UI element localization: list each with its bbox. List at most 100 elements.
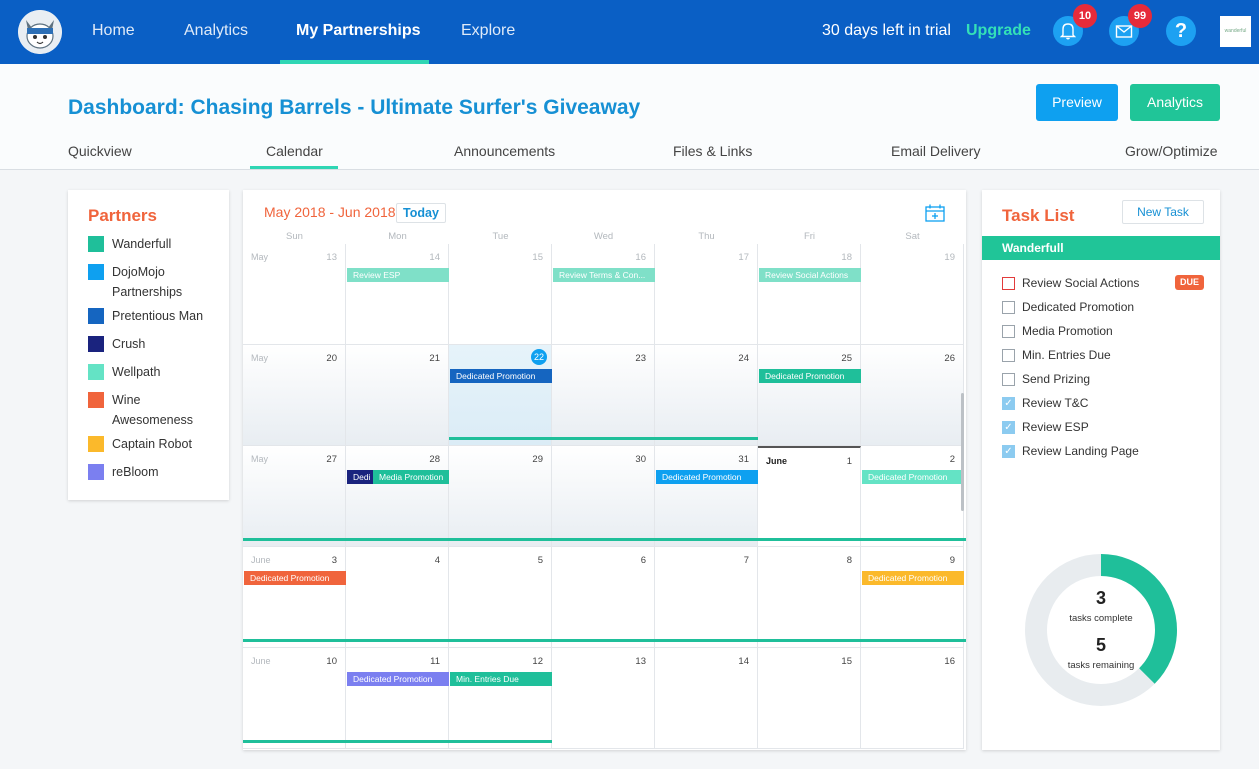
calendar-day[interactable]: 19 [861, 244, 964, 345]
tab-files-links[interactable]: Files & Links [673, 143, 752, 159]
day-number: 2 [949, 454, 955, 465]
calendar-day[interactable]: 28 [346, 446, 449, 547]
calendar-event[interactable]: Dedicated Promotion [759, 369, 861, 383]
calendar-day[interactable]: 25 [758, 345, 861, 446]
task-checkbox[interactable]: ✓ [1002, 445, 1015, 458]
tab-announcements[interactable]: Announcements [454, 143, 555, 159]
partner-item[interactable]: Captain Robot [88, 434, 218, 454]
calendar-day[interactable]: 15 [758, 648, 861, 749]
calendar-day[interactable]: 22 [449, 345, 552, 446]
partner-color-swatch [88, 436, 104, 452]
calendar-add-icon[interactable] [925, 204, 945, 222]
calendar-day[interactable]: 16 [861, 648, 964, 749]
calendar-event[interactable]: Review ESP [347, 268, 449, 282]
calendar-event[interactable]: Min. Entries Due [450, 672, 552, 686]
calendar-day[interactable]: 21 [346, 345, 449, 446]
partner-item[interactable]: Crush [88, 334, 218, 354]
partner-item[interactable]: Wine Awesomeness [88, 390, 218, 430]
nav-analytics[interactable]: Analytics [184, 22, 248, 40]
calendar-day[interactable]: 24 [655, 345, 758, 446]
calendar-event[interactable]: Media Promotion [373, 470, 449, 484]
calendar-day[interactable]: 16 [552, 244, 655, 345]
task-checkbox[interactable] [1002, 325, 1015, 338]
calendar-event[interactable]: Dedicated Promotion [244, 571, 346, 585]
day-number: 17 [738, 252, 749, 263]
calendar-day[interactable]: 15 [449, 244, 552, 345]
partner-item[interactable]: DojoMojo Partnerships [88, 262, 218, 302]
partner-item[interactable]: reBloom [88, 462, 218, 482]
task-checkbox[interactable]: ✓ [1002, 421, 1015, 434]
partner-item[interactable]: Wellpath [88, 362, 218, 382]
task-checkbox[interactable] [1002, 349, 1015, 362]
calendar-event[interactable]: Review Social Actions [759, 268, 861, 282]
page-title: Dashboard: Chasing Barrels - Ultimate Su… [68, 96, 641, 119]
new-task-button[interactable]: New Task [1122, 200, 1204, 224]
calendar-event[interactable]: Dedicated Promotion [450, 369, 552, 383]
calendar-day[interactable]: 7 [655, 547, 758, 648]
task-checkbox[interactable] [1002, 301, 1015, 314]
preview-button[interactable]: Preview [1036, 84, 1118, 121]
logo-icon[interactable] [18, 10, 62, 54]
task-checkbox[interactable] [1002, 277, 1015, 290]
calendar-day[interactable]: 6 [552, 547, 655, 648]
calendar-day[interactable]: May 13 [243, 244, 346, 345]
calendar-day[interactable]: 9 [861, 547, 964, 648]
task-item[interactable]: Media Promotion [1002, 322, 1212, 342]
calendar-event[interactable]: Dedicated Promotion [862, 571, 964, 585]
calendar-day[interactable]: June 1 [758, 446, 861, 547]
calendar-day[interactable]: 30 [552, 446, 655, 547]
calendar-day[interactable]: 11 [346, 648, 449, 749]
calendar-event[interactable]: Dedicated Promotion [656, 470, 758, 484]
calendar-day[interactable]: 14 [655, 648, 758, 749]
partner-name: Pretentious Man [112, 309, 204, 323]
calendar-day[interactable]: 23 [552, 345, 655, 446]
calendar-day[interactable]: 26 [861, 345, 964, 446]
analytics-button[interactable]: Analytics [1130, 84, 1220, 121]
task-item[interactable]: Send Prizing [1002, 370, 1212, 390]
tab-calendar[interactable]: Calendar [266, 143, 323, 159]
calendar-day[interactable]: 8 [758, 547, 861, 648]
calendar-day[interactable]: 4 [346, 547, 449, 648]
task-item[interactable]: ✓ Review Landing Page [1002, 442, 1212, 462]
tab-quickview[interactable]: Quickview [68, 143, 132, 159]
calendar-day[interactable]: May 20 [243, 345, 346, 446]
task-label: Review T&C [1022, 396, 1089, 410]
upgrade-link[interactable]: Upgrade [966, 22, 1031, 40]
task-checkbox[interactable]: ✓ [1002, 397, 1015, 410]
task-item[interactable]: Min. Entries Due [1002, 346, 1212, 366]
calendar-day[interactable]: 14 [346, 244, 449, 345]
help-icon[interactable]: ? [1166, 16, 1196, 46]
nav-explore[interactable]: Explore [461, 22, 515, 40]
task-item[interactable]: Review Social Actions DUE [1002, 274, 1212, 294]
calendar-day[interactable]: 31 [655, 446, 758, 547]
calendar-day[interactable]: 17 [655, 244, 758, 345]
account-avatar[interactable]: wanderful [1220, 16, 1251, 47]
calendar-event[interactable]: Review Terms & Con... [553, 268, 655, 282]
calendar-day[interactable]: 2 [861, 446, 964, 547]
calendar-day[interactable]: June 10 [243, 648, 346, 749]
calendar-event[interactable]: Dedicated Promotion [862, 470, 964, 484]
calendar-day[interactable]: 18 [758, 244, 861, 345]
partner-item[interactable]: Wanderfull [88, 234, 218, 254]
calendar-event[interactable]: Dedicated Promotion [347, 672, 449, 686]
task-checkbox[interactable] [1002, 373, 1015, 386]
calendar-scrollbar[interactable] [961, 393, 964, 511]
calendar-day[interactable]: May 27 [243, 446, 346, 547]
nav-home[interactable]: Home [92, 22, 135, 40]
calendar-day[interactable]: 12 [449, 648, 552, 749]
task-item[interactable]: Dedicated Promotion [1002, 298, 1212, 318]
calendar-day[interactable]: 5 [449, 547, 552, 648]
tab-email-delivery[interactable]: Email Delivery [891, 143, 980, 159]
partner-color-swatch [88, 336, 104, 352]
calendar-day[interactable]: June 3 [243, 547, 346, 648]
day-number: 31 [738, 454, 749, 465]
tab-grow-optimize[interactable]: Grow/Optimize [1125, 143, 1218, 159]
partner-item[interactable]: Pretentious Man [88, 306, 218, 326]
nav-my-partnerships[interactable]: My Partnerships [296, 22, 420, 40]
calendar-day[interactable]: 13 [552, 648, 655, 749]
today-button[interactable]: Today [396, 203, 446, 223]
task-item[interactable]: ✓ Review ESP [1002, 418, 1212, 438]
task-item[interactable]: ✓ Review T&C [1002, 394, 1212, 414]
calendar-day[interactable]: 29 [449, 446, 552, 547]
week-progress-bar [243, 538, 966, 541]
